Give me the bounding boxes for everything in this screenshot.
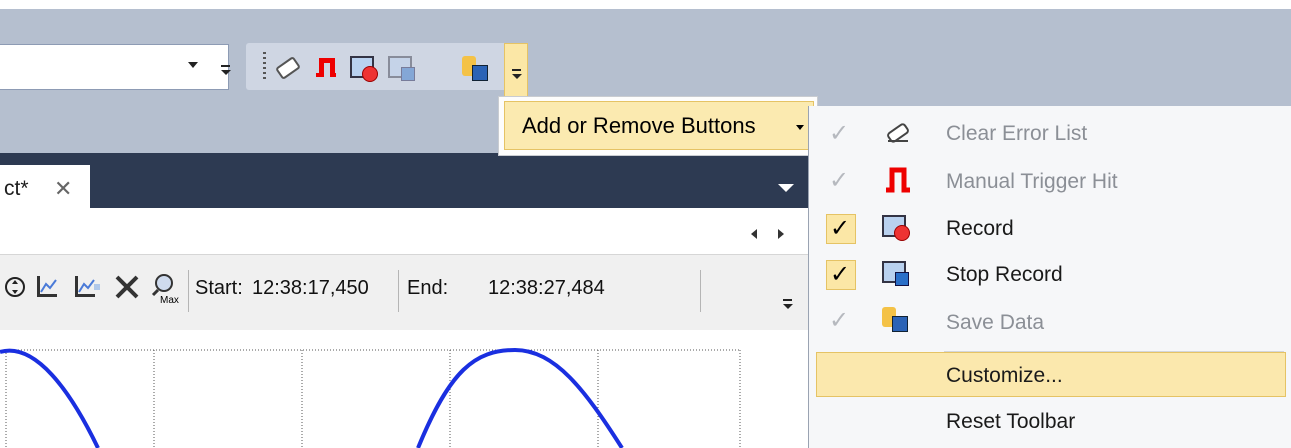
checkbox[interactable]: ✓ (826, 214, 856, 244)
stop-record-icon (882, 261, 909, 286)
save-data-button[interactable] (462, 56, 488, 81)
zoom-y-icon[interactable] (72, 274, 102, 300)
manual-trigger-hit-button[interactable] (316, 55, 338, 77)
pane-header (0, 208, 808, 255)
chart-toolbar-overflow-button[interactable] (780, 296, 794, 310)
close-icon[interactable]: ✕ (54, 176, 72, 202)
menu-item-label: Save Data (946, 311, 1045, 334)
record-icon (882, 215, 910, 241)
overflow-chevron-icon (509, 66, 523, 80)
add-remove-buttons-label: Add or Remove Buttons (522, 113, 756, 138)
customize-label: Customize... (946, 364, 1063, 387)
trigger-icon (886, 167, 910, 193)
reset-toolbar-label: Reset Toolbar (946, 410, 1076, 433)
scroll-left-icon[interactable] (751, 229, 757, 239)
toolbar-separator (188, 270, 189, 312)
menu-item-label: Stop Record (946, 263, 1063, 286)
zoom-max-icon[interactable]: Max (150, 272, 180, 304)
zoom-x-icon[interactable] (34, 274, 60, 300)
chevron-down-icon[interactable] (188, 62, 198, 68)
combo-toolbar-overflow-button[interactable] (218, 62, 232, 76)
menu-item-save-data[interactable] (808, 299, 1291, 345)
scroll-right-icon[interactable] (778, 229, 784, 239)
window-top-strip (0, 0, 1291, 9)
document-tab-label: ct* (4, 177, 29, 200)
toolbar-grip-handle[interactable] (263, 52, 266, 82)
document-tab-strip (0, 153, 808, 208)
checkbox[interactable]: ✓ (826, 307, 856, 337)
record-button[interactable] (350, 56, 378, 82)
menu-item-label: Clear Error List (946, 122, 1088, 145)
stop-record-button[interactable] (388, 56, 415, 81)
record-icon (362, 66, 378, 82)
toolbar-separator (398, 270, 399, 312)
checkbox[interactable]: ✓ (826, 260, 856, 290)
signal-curve (416, 347, 624, 448)
checkbox[interactable]: ✓ (826, 167, 856, 197)
end-time-value: 12:38:27,484 (488, 277, 605, 299)
signal-chart (0, 347, 741, 448)
svg-text:Max: Max (160, 295, 179, 304)
menu-item-label: Manual Trigger Hit (946, 170, 1118, 193)
save-data-icon (882, 307, 908, 332)
start-label: Start: (195, 277, 243, 299)
start-time-value: 12:38:17,450 (252, 277, 369, 299)
submenu-arrow-icon (796, 125, 804, 130)
menu-item-label: Record (946, 217, 1014, 240)
eraser-icon (274, 55, 302, 81)
signal-curve (0, 348, 100, 448)
toolbar-separator (700, 270, 701, 312)
menu-item-record[interactable] (808, 205, 1291, 251)
end-label: End: (407, 277, 449, 299)
checkbox[interactable]: ✓ (826, 120, 856, 150)
pan-icon[interactable] (4, 276, 26, 298)
clear-error-list-button[interactable] (274, 55, 302, 81)
eraser-icon (887, 123, 909, 143)
tab-list-dropdown-icon[interactable] (778, 184, 794, 192)
stop-record-icon (401, 67, 415, 81)
tools-icon[interactable] (113, 273, 143, 301)
